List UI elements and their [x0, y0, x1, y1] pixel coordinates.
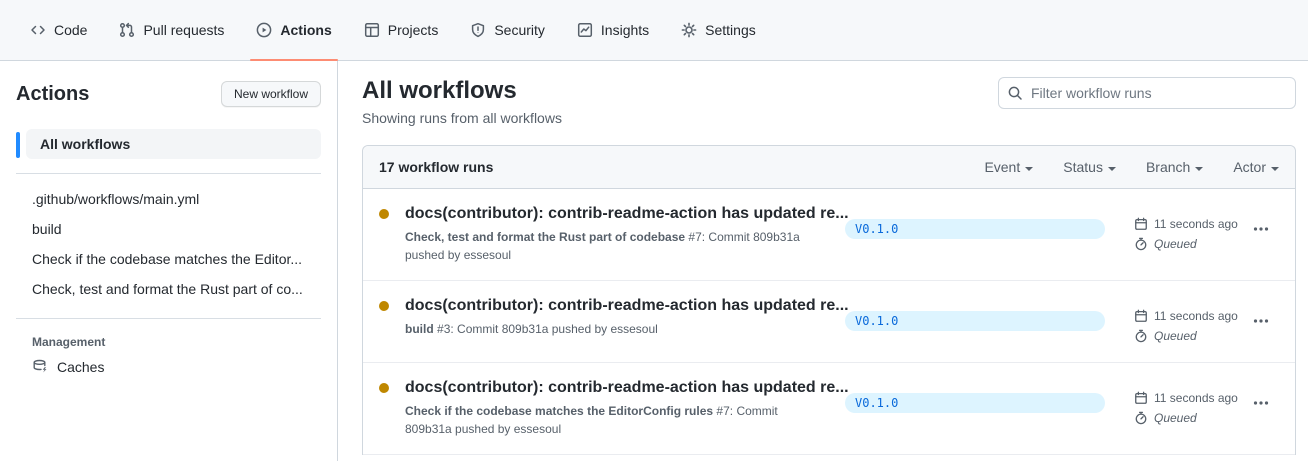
- tab-label: Security: [494, 22, 545, 38]
- sidebar-item-workflow[interactable]: .github/workflows/main.yml: [16, 184, 321, 214]
- workflow-run-row: docs(contributor): contrib-readme-action…: [363, 363, 1295, 455]
- tab-pull-requests[interactable]: Pull requests: [111, 0, 232, 60]
- sidebar-item-label: All workflows: [26, 129, 321, 159]
- tab-label: Code: [54, 22, 87, 38]
- workflow-run-row: docs(contributor): contrib-readme-action…: [363, 281, 1295, 363]
- runs-count: 17 workflow runs: [379, 159, 493, 175]
- filter-search: [998, 77, 1296, 109]
- page-subtitle: Showing runs from all workflows: [362, 110, 562, 126]
- sidebar-item-workflow[interactable]: Check if the codebase matches the Editor…: [16, 244, 321, 274]
- queued-status-icon: [379, 383, 389, 393]
- event-filter-dropdown[interactable]: Event: [984, 159, 1033, 175]
- run-time: 11 seconds ago: [1154, 214, 1238, 234]
- chevron-down-icon: [1271, 167, 1279, 175]
- tab-projects[interactable]: Projects: [356, 0, 447, 60]
- run-time: 11 seconds ago: [1154, 388, 1238, 408]
- queued-status-icon: [379, 209, 389, 219]
- sidebar-title: Actions: [16, 83, 89, 106]
- workflow-runs-main: All workflows Showing runs from all work…: [338, 61, 1308, 461]
- project-icon: [364, 22, 380, 38]
- run-status-label: Queued: [1154, 234, 1197, 254]
- calendar-icon: [1134, 217, 1148, 231]
- run-timing: 11 seconds ago Queued: [1105, 306, 1241, 346]
- sidebar-divider: [16, 173, 321, 174]
- run-subtitle: Check if the codebase matches the Editor…: [405, 402, 845, 438]
- chevron-down-icon: [1025, 167, 1033, 175]
- sidebar-item-all-workflows[interactable]: All workflows: [16, 129, 321, 159]
- calendar-icon: [1134, 391, 1148, 405]
- table-header: 17 workflow runs Event Status Branch: [363, 146, 1295, 189]
- stopwatch-icon: [1134, 411, 1148, 425]
- tab-actions[interactable]: Actions: [248, 0, 339, 60]
- tab-security[interactable]: Security: [462, 0, 553, 60]
- sidebar-item-label: Caches: [57, 359, 104, 375]
- branch-badge[interactable]: V0.1.0: [845, 311, 1105, 331]
- workflow-run-row: docs(contributor): contrib-readme-action…: [363, 189, 1295, 281]
- run-time: 11 seconds ago: [1154, 306, 1238, 326]
- run-timing: 11 seconds ago Queued: [1105, 214, 1241, 254]
- filter-workflow-runs-input[interactable]: [998, 77, 1296, 109]
- chevron-down-icon: [1195, 167, 1203, 175]
- workflow-runs-table: 17 workflow runs Event Status Branch: [362, 145, 1296, 455]
- sidebar-divider: [16, 318, 321, 319]
- kebab-menu-button[interactable]: [1241, 391, 1281, 415]
- sidebar-item-workflow[interactable]: Check, test and format the Rust part of …: [16, 274, 321, 304]
- play-circle-icon: [256, 22, 272, 38]
- branch-badge[interactable]: V0.1.0: [845, 219, 1105, 239]
- cache-database-icon: [32, 359, 48, 375]
- actor-filter-dropdown[interactable]: Actor: [1233, 159, 1279, 175]
- tab-code[interactable]: Code: [22, 0, 95, 60]
- management-section-label: Management: [16, 329, 321, 351]
- code-icon: [30, 22, 46, 38]
- stopwatch-icon: [1134, 237, 1148, 251]
- tab-settings[interactable]: Settings: [673, 0, 764, 60]
- chevron-down-icon: [1108, 167, 1116, 175]
- run-subtitle: Check, test and format the Rust part of …: [405, 228, 845, 264]
- tab-label: Actions: [280, 22, 331, 38]
- pull-request-icon: [119, 22, 135, 38]
- repo-nav: Code Pull requests Actions Projects Secu…: [0, 0, 1308, 61]
- graph-icon: [577, 22, 593, 38]
- new-workflow-button[interactable]: New workflow: [221, 81, 321, 107]
- run-subtitle: build #3: Commit 809b31a pushed by esses…: [405, 320, 845, 338]
- run-status-label: Queued: [1154, 326, 1197, 346]
- sidebar-item-caches[interactable]: Caches: [16, 351, 321, 383]
- selected-indicator-bar: [16, 132, 20, 158]
- run-title-link[interactable]: docs(contributor): contrib-readme-action…: [405, 203, 845, 225]
- stopwatch-icon: [1134, 329, 1148, 343]
- run-title-link[interactable]: docs(contributor): contrib-readme-action…: [405, 295, 845, 317]
- run-status-label: Queued: [1154, 408, 1197, 428]
- queued-status-icon: [379, 301, 389, 311]
- tab-label: Settings: [705, 22, 756, 38]
- calendar-icon: [1134, 309, 1148, 323]
- sidebar-item-workflow[interactable]: build: [16, 214, 321, 244]
- branch-badge[interactable]: V0.1.0: [845, 393, 1105, 413]
- branch-filter-dropdown[interactable]: Branch: [1146, 159, 1203, 175]
- status-filter-dropdown[interactable]: Status: [1063, 159, 1116, 175]
- actions-sidebar: Actions New workflow All workflows .gith…: [0, 61, 338, 461]
- run-title-link[interactable]: docs(contributor): contrib-readme-action…: [405, 377, 845, 399]
- tab-insights[interactable]: Insights: [569, 0, 657, 60]
- kebab-menu-button[interactable]: [1241, 217, 1281, 241]
- kebab-menu-button[interactable]: [1241, 309, 1281, 333]
- run-timing: 11 seconds ago Queued: [1105, 388, 1241, 428]
- gear-icon: [681, 22, 697, 38]
- shield-icon: [470, 22, 486, 38]
- tab-label: Pull requests: [143, 22, 224, 38]
- page-title: All workflows: [362, 77, 562, 105]
- tab-label: Insights: [601, 22, 649, 38]
- tab-label: Projects: [388, 22, 439, 38]
